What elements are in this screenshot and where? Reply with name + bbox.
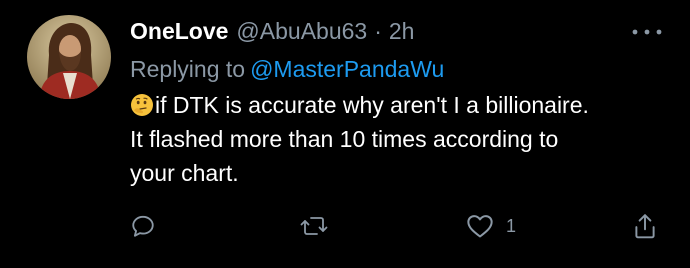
user-handle[interactable]: @AbuAbu63 [236, 18, 367, 45]
more-options-icon[interactable] [630, 24, 664, 40]
comment-icon [132, 215, 154, 237]
share-icon [635, 214, 655, 239]
tweet-text-line-3: your chart. [130, 160, 239, 186]
tweet-text: if DTK is accurate why aren't I a billio… [130, 88, 670, 190]
like-count: 1 [506, 215, 517, 236]
timestamp[interactable]: 2h [389, 18, 415, 45]
retweet-icon [300, 217, 328, 235]
like-button[interactable]: 1 [466, 208, 516, 244]
replying-to: Replying to @MasterPandaWu [130, 56, 444, 83]
retweet-button[interactable] [300, 208, 328, 244]
thinking-face-emoji [130, 92, 154, 116]
reply-button[interactable] [130, 208, 156, 244]
replying-to-label: Replying to [130, 56, 246, 82]
tweet-actions: 1 [0, 208, 690, 244]
tweet-text-line: if DTK is accurate why aren't I a billio… [130, 88, 670, 122]
share-button[interactable] [632, 208, 658, 244]
display-name[interactable]: OneLove [130, 18, 228, 45]
tweet-text-line-1: if DTK is accurate why aren't I a billio… [155, 92, 589, 118]
tweet-text-line-2: It flashed more than 10 times according … [130, 126, 559, 152]
tweet[interactable]: OneLove @AbuAbu63 · 2h Replying to @Maste… [0, 0, 690, 268]
tweet-header: OneLove @AbuAbu63 · 2h [130, 18, 414, 48]
heart-icon [467, 215, 493, 238]
separator-dot: · [374, 18, 382, 44]
avatar[interactable] [27, 15, 111, 99]
replying-to-mention[interactable]: @MasterPandaWu [250, 56, 444, 82]
